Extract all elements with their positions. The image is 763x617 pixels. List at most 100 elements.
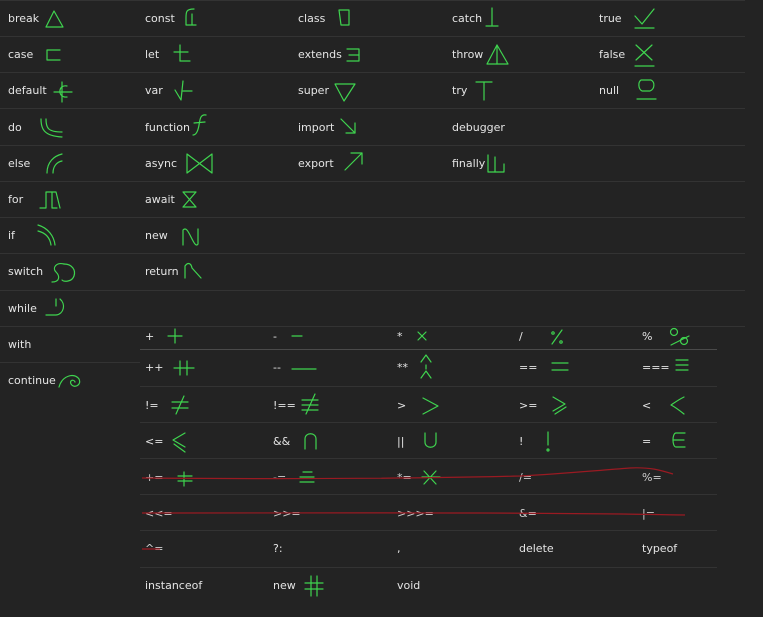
logical-or-glyph-icon <box>424 432 437 448</box>
operator-void[interactable]: void <box>397 579 420 593</box>
keyword-null[interactable]: null <box>599 84 619 98</box>
cent-glyph-icon <box>53 81 73 103</box>
operator-increment[interactable]: ++ <box>145 361 163 375</box>
keyword-throw[interactable]: throw <box>452 48 483 62</box>
keyword-var[interactable]: var <box>145 84 163 98</box>
loop-hook-glyph-icon <box>45 298 65 316</box>
operator-minus[interactable]: - <box>273 330 277 344</box>
swirl-glyph-icon <box>51 263 76 283</box>
keyword-false[interactable]: false <box>599 48 625 62</box>
operator-multiply[interactable]: * <box>397 330 403 344</box>
row-divider <box>0 181 745 182</box>
operator-logical-and[interactable]: && <box>273 435 290 449</box>
row-divider <box>140 422 717 423</box>
operator-delete[interactable]: delete <box>519 542 554 556</box>
operator-strict-not-equal[interactable]: !== <box>273 399 296 413</box>
row-divider <box>140 494 717 495</box>
row-divider <box>140 567 717 568</box>
keyword-class[interactable]: class <box>298 12 325 26</box>
split-triangle-glyph-icon <box>486 44 509 65</box>
keyword-switch[interactable]: switch <box>8 265 43 279</box>
row-divider <box>0 253 745 254</box>
keyword-return[interactable]: return <box>145 265 179 279</box>
operator-comma[interactable]: , <box>397 542 401 556</box>
check-glyph-icon <box>634 8 655 29</box>
operator-divide[interactable]: / <box>519 330 523 344</box>
equal-glyph-icon <box>551 362 569 371</box>
keyword-for[interactable]: for <box>8 193 23 207</box>
keyword-continue[interactable]: continue <box>8 374 56 388</box>
keyword-try[interactable]: try <box>452 84 467 98</box>
operator-plus[interactable]: + <box>145 330 154 344</box>
keyword-function[interactable]: function <box>145 121 190 135</box>
hook-bracket-glyph-icon <box>185 8 197 26</box>
keyword-new[interactable]: new <box>145 229 168 243</box>
keyword-do[interactable]: do <box>8 121 22 135</box>
keyword-export[interactable]: export <box>298 157 334 171</box>
operator-not-equal[interactable]: != <box>145 399 159 413</box>
operator-typeof[interactable]: typeof <box>642 542 677 556</box>
operator-less-equal[interactable]: <= <box>145 435 163 449</box>
operator-ternary[interactable]: ?: <box>273 542 283 556</box>
keyword-await[interactable]: await <box>145 193 175 207</box>
floor-glyph-icon <box>487 154 505 173</box>
bowtie-glyph-icon <box>186 153 213 174</box>
operator-modulo[interactable]: % <box>642 330 652 344</box>
row-divider <box>0 145 745 146</box>
keyword-if[interactable]: if <box>8 229 15 243</box>
t-bar-glyph-icon <box>475 81 493 101</box>
box-glyph-icon <box>338 9 350 26</box>
operator-greater-than[interactable]: > <box>397 399 406 413</box>
greater-than-glyph-icon <box>422 397 439 415</box>
down-triangle-glyph-icon <box>334 83 356 102</box>
row-divider <box>140 386 717 387</box>
hash-glyph-icon <box>304 575 324 597</box>
row-divider <box>140 530 717 531</box>
operator-equal[interactable]: == <box>519 361 537 375</box>
spiral-glyph-icon <box>58 374 81 388</box>
keyword-break[interactable]: break <box>8 12 39 26</box>
keyword-async[interactable]: async <box>145 157 177 171</box>
strike-line <box>141 467 674 480</box>
operator-instanceof[interactable]: instanceof <box>145 579 202 593</box>
keyword-const[interactable]: const <box>145 12 175 26</box>
operator-decrement[interactable]: -- <box>273 361 281 375</box>
operator-logical-or[interactable]: || <box>397 435 404 449</box>
curve-corner-glyph-icon <box>40 118 63 138</box>
operator-new[interactable]: new <box>273 579 296 593</box>
keyword-import[interactable]: import <box>298 121 334 135</box>
arrow-down-right-glyph-icon <box>340 118 356 134</box>
keyword-let[interactable]: let <box>145 48 159 62</box>
exclamation-glyph-icon <box>546 431 550 452</box>
keyword-debugger[interactable]: debugger <box>452 121 505 135</box>
keyword-super[interactable]: super <box>298 84 329 98</box>
strike-line <box>141 512 686 516</box>
operator-exponent[interactable]: ** <box>397 361 408 375</box>
keyword-else[interactable]: else <box>8 157 30 171</box>
less-than-glyph-icon <box>670 396 685 415</box>
keyword-finally[interactable]: finally <box>452 157 485 171</box>
operator-less-than[interactable]: < <box>642 399 651 413</box>
keyword-extends[interactable]: extends <box>298 48 342 62</box>
keyword-with[interactable]: with <box>8 338 31 352</box>
keyword-while[interactable]: while <box>8 302 37 316</box>
keyword-default[interactable]: default <box>8 84 47 98</box>
x-mark-glyph-icon <box>634 44 655 67</box>
operator-assign[interactable]: = <box>642 435 651 449</box>
operator-greater-equal[interactable]: >= <box>519 399 537 413</box>
keyword-true[interactable]: true <box>599 12 622 26</box>
strike-line <box>142 548 160 550</box>
operator-strict-equal[interactable]: === <box>642 361 670 375</box>
keyword-case[interactable]: case <box>8 48 33 62</box>
return-hook-glyph-icon <box>184 262 202 279</box>
strict-not-equal-glyph-icon <box>301 393 319 415</box>
double-arc-glyph-icon <box>37 224 56 246</box>
operator-logical-not[interactable]: ! <box>519 435 523 449</box>
double-plus-glyph-icon <box>173 360 195 376</box>
operator-panel-top-border <box>140 349 717 350</box>
triple-equal-glyph-icon <box>675 359 689 371</box>
greater-equal-glyph-icon <box>552 396 567 415</box>
not-equal-glyph-icon <box>171 395 189 415</box>
keyword-catch[interactable]: catch <box>452 12 482 26</box>
reverse-e-glyph-icon <box>346 48 360 62</box>
